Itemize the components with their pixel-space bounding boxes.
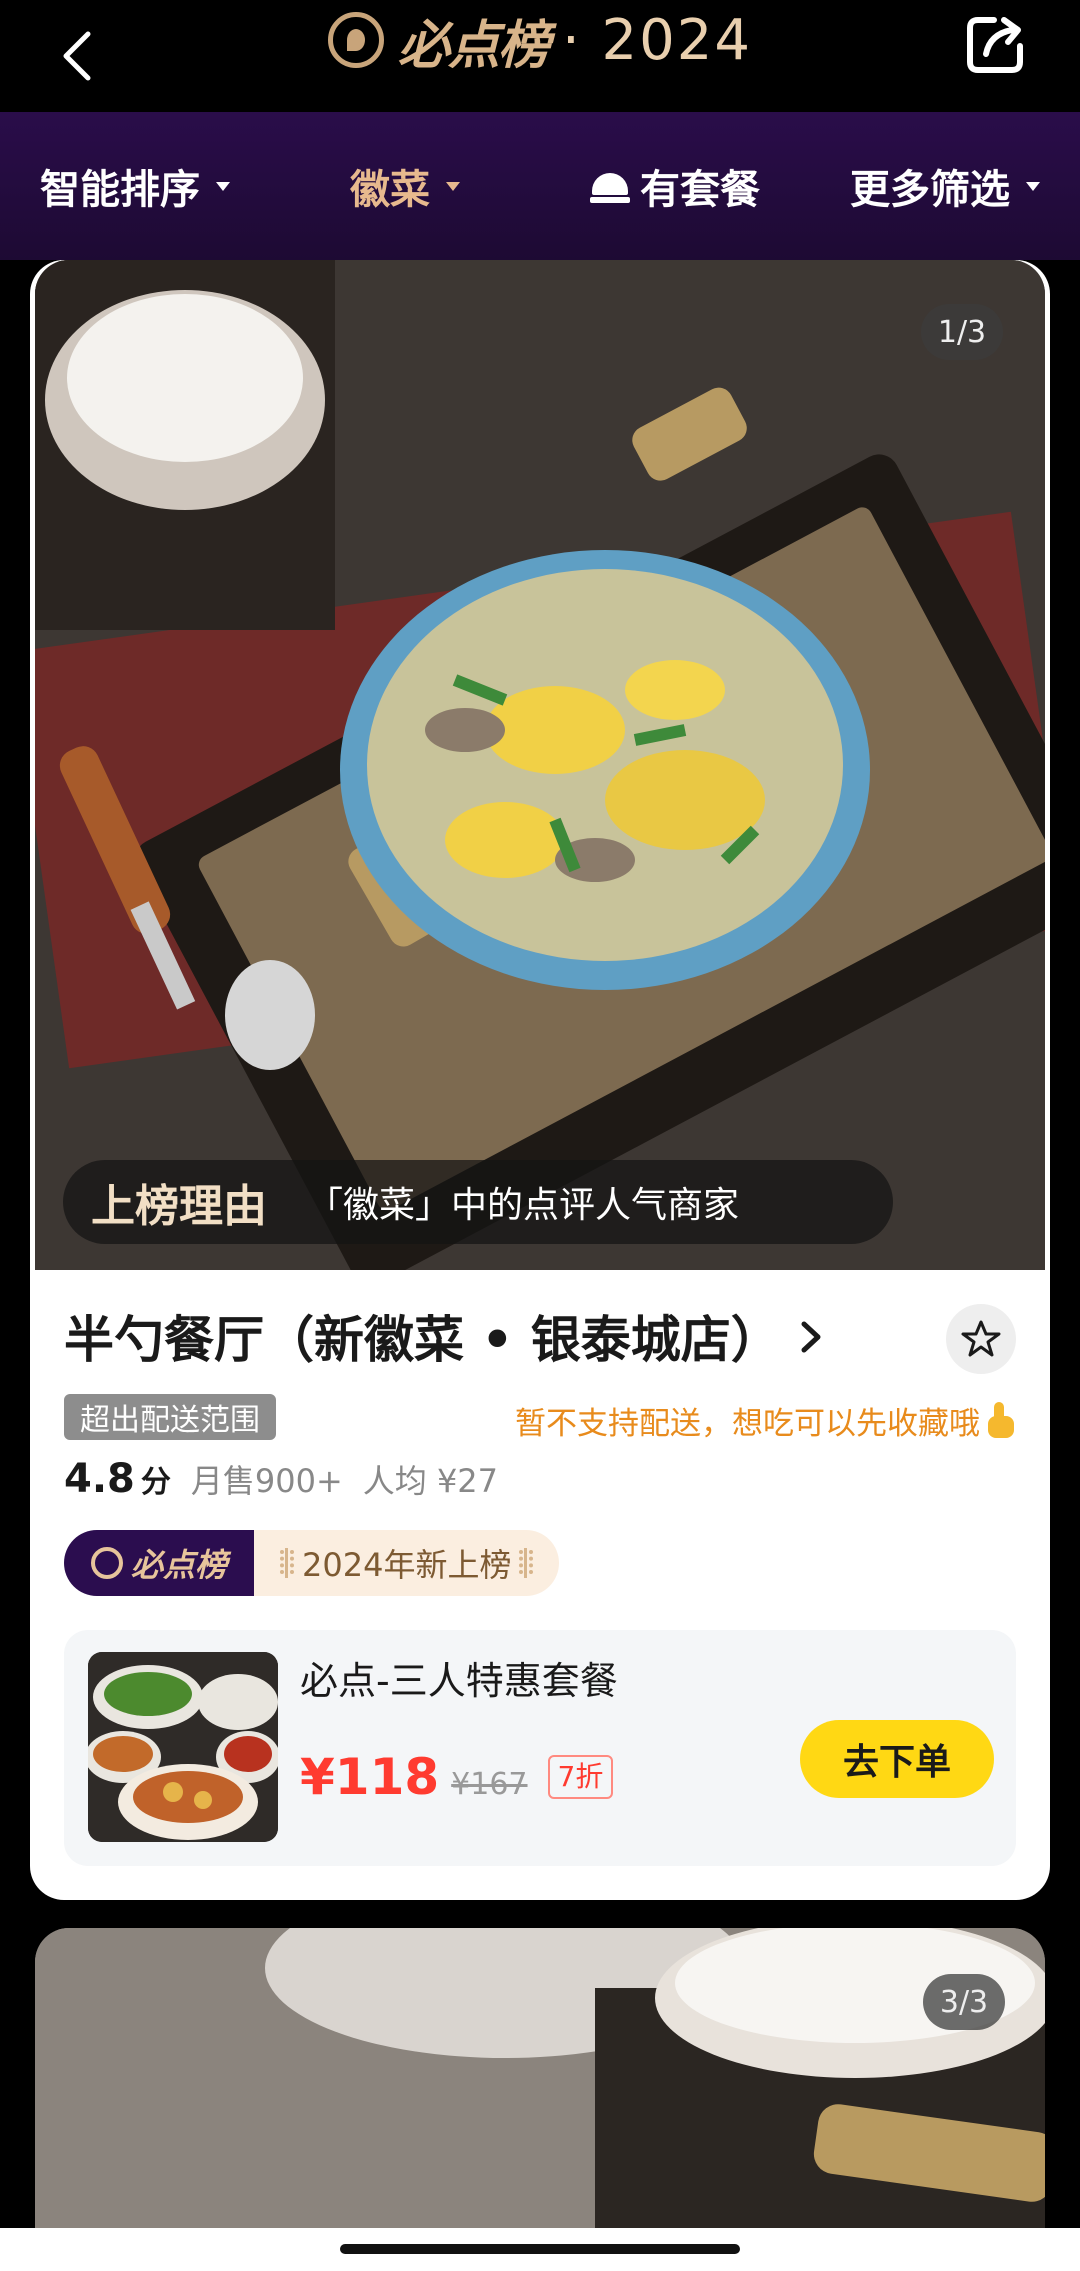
package-price-row: ¥118 ¥167 7折 (300, 1748, 614, 1806)
wheat-right-icon (519, 1546, 534, 1580)
caret-down-icon (1026, 181, 1040, 191)
out-of-range-tag: 超出配送范围 (64, 1394, 276, 1440)
package-thumbnail[interactable] (88, 1652, 278, 1842)
brand-badge: 必点榜 (64, 1530, 254, 1596)
package-name: 必点-三人特惠套餐 (300, 1659, 618, 1703)
home-indicator-bar (0, 2228, 1080, 2271)
order-button[interactable]: 去下单 (800, 1720, 994, 1798)
caret-down-icon (446, 181, 460, 191)
share-icon[interactable] (964, 12, 1028, 76)
wheat-left-icon (280, 1546, 294, 1580)
brand-name: 必点榜 (397, 15, 550, 76)
image-counter: 1/3 (921, 304, 1003, 360)
discount-tag: 7折 (547, 1755, 614, 1799)
package-original-price: ¥167 (451, 1767, 528, 1802)
filter-cuisine[interactable]: 徽菜 (270, 157, 540, 215)
filter-sort[interactable]: 智能排序 (0, 157, 270, 215)
ranking-reason-banner: 上榜理由 「徽菜」中的点评人气商家 (63, 1160, 893, 1244)
new-entry-badge: 2024年新上榜 (254, 1530, 560, 1596)
filter-sort-label: 智能排序 (40, 167, 200, 213)
next-dish-photo (35, 1928, 1045, 2228)
filter-has-package-label: 有套餐 (640, 167, 760, 213)
rating-score: 4.8 (64, 1456, 135, 1502)
favorite-button[interactable] (946, 1304, 1016, 1374)
top-bar: 必点榜 · 2024 (0, 0, 1080, 112)
ranking-reason-title: 上榜理由 (91, 1181, 267, 1232)
brand-logo-icon (90, 1547, 123, 1579)
next-restaurant-card[interactable]: 3/3 (35, 1928, 1045, 2228)
ranking-reason-text: 「徽菜」中的点评人气商家 (307, 1185, 740, 1226)
delivery-note-text: 暂不支持配送，想吃可以先收藏哦 (515, 1406, 980, 1442)
pointing-hand-icon (986, 1401, 1016, 1440)
package-deal[interactable]: 必点-三人特惠套餐 ¥118 ¥167 7折 去下单 (64, 1630, 1016, 1866)
brand-logo-icon (327, 12, 384, 68)
brand-year: · 2024 (561, 7, 753, 73)
store-name[interactable]: 半勺餐厅（新徽菜 • 银泰城店） (64, 1300, 781, 1372)
rating-unit: 分 (140, 1465, 171, 1500)
dish-photo[interactable]: 1/3 上榜理由 「徽菜」中的点评人气商家 (35, 260, 1045, 1270)
dish-photo-art (35, 260, 1045, 1270)
filter-has-package[interactable]: 有套餐 (540, 157, 810, 215)
monthly-sales: 月售900+ (190, 1462, 343, 1500)
star-icon (961, 1320, 1001, 1357)
filter-bar: 智能排序 徽菜 有套餐 更多筛选 (0, 112, 1080, 260)
image-counter: 3/3 (923, 1974, 1005, 2030)
ranking-badge: 必点榜 2024年新上榜 (64, 1530, 560, 1596)
store-stats: 4.8 分 月售900+ 人均 ¥27 (64, 1456, 498, 1502)
filter-cuisine-label: 徽菜 (350, 167, 430, 213)
brand-title: 必点榜 · 2024 (0, 0, 1080, 80)
package-price: ¥118 (300, 1748, 440, 1806)
chevron-right-icon[interactable] (798, 1320, 826, 1354)
restaurant-card[interactable]: 1/3 上榜理由 「徽菜」中的点评人气商家 半勺餐厅（新徽菜 • 银泰城店） 超… (30, 260, 1050, 1900)
delivery-note: 暂不支持配送，想吃可以先收藏哦 (515, 1398, 1016, 1443)
average-price: 人均 ¥27 (362, 1462, 499, 1500)
service-bell-icon (590, 169, 630, 203)
caret-down-icon (216, 181, 230, 191)
home-indicator[interactable] (340, 2244, 740, 2254)
filter-more-label: 更多筛选 (850, 167, 1010, 213)
new-entry-label: 2024年新上榜 (302, 1546, 512, 1584)
brand-badge-label: 必点榜 (130, 1546, 227, 1584)
package-thumbnail-art (88, 1652, 278, 1842)
filter-more[interactable]: 更多筛选 (810, 157, 1080, 215)
